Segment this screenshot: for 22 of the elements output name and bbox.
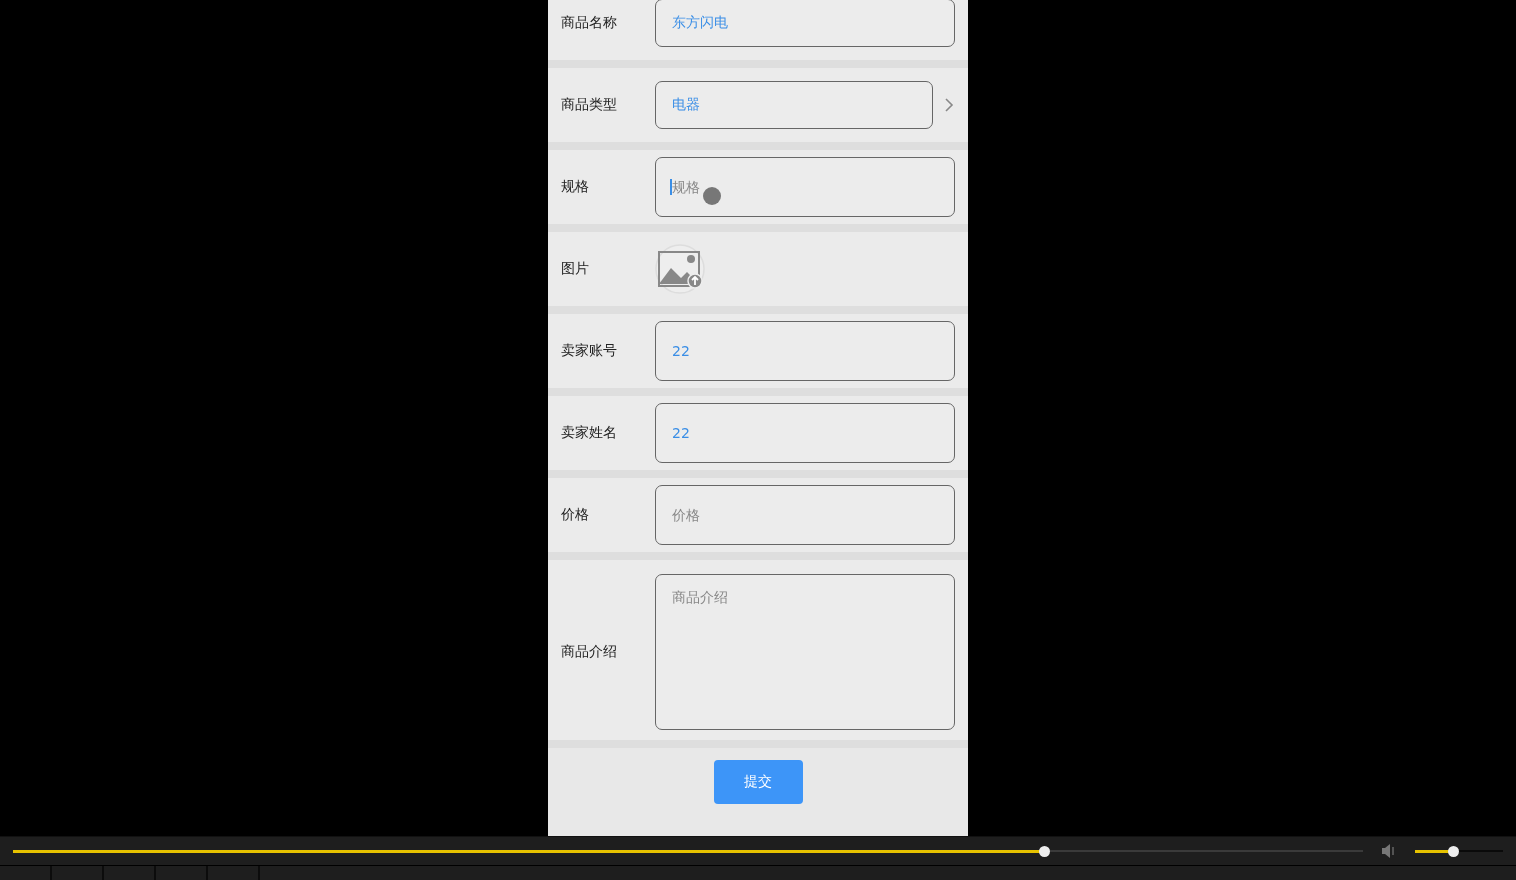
field-label: 商品名称 [561, 14, 618, 32]
field-label: 商品介绍 [561, 642, 618, 661]
volume-handle[interactable] [1448, 845, 1460, 857]
field-label: 规格 [561, 178, 590, 196]
field-label: 商品类型 [561, 96, 618, 114]
field-label: 图片 [561, 260, 590, 278]
input-field[interactable]: 22 [655, 403, 955, 463]
select-field[interactable]: 电器 [655, 81, 933, 129]
text-cursor [670, 179, 672, 195]
input-field[interactable]: 规格 [655, 157, 955, 217]
field-label: 价格 [561, 506, 590, 524]
field-label: 卖家姓名 [561, 424, 618, 442]
input-field[interactable]: 价格 [655, 485, 955, 545]
image-upload-icon[interactable] [655, 244, 705, 294]
text-area[interactable]: 商品介绍 [655, 573, 955, 730]
input-field[interactable]: 22 [655, 321, 955, 381]
input-field[interactable]: 东方闪电 [655, 0, 955, 47]
progress-handle[interactable] [1038, 845, 1050, 857]
field-label: 卖家账号 [561, 342, 618, 360]
submit-button[interactable]: 提交 [713, 760, 803, 804]
volume-icon[interactable] [1381, 844, 1397, 859]
chevron-right-icon [943, 97, 955, 113]
